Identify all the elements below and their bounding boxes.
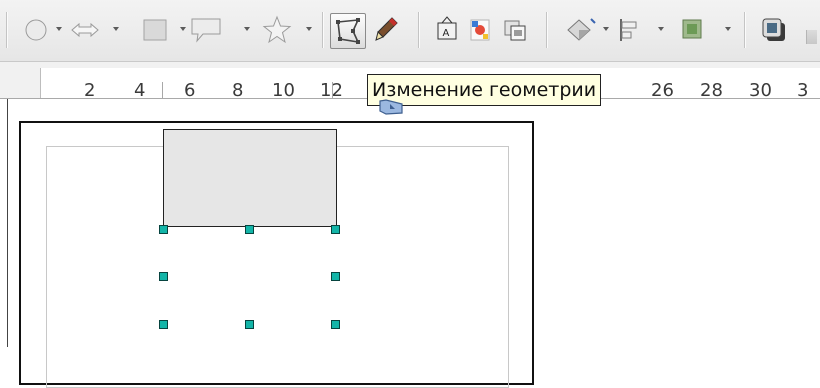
chevron-down-icon[interactable]	[725, 27, 731, 31]
selection-handle[interactable]	[245, 225, 254, 234]
image-icon[interactable]	[502, 14, 528, 46]
arrange-icon[interactable]	[678, 14, 706, 46]
align-icon[interactable]	[616, 14, 642, 46]
chevron-down-icon[interactable]	[56, 27, 62, 31]
toolbar-separator	[418, 12, 419, 48]
chevron-down-icon[interactable]	[180, 27, 186, 31]
edit-points-button[interactable]	[330, 13, 366, 49]
toolbar-separator	[6, 12, 7, 48]
chevron-down-icon[interactable]	[306, 27, 312, 31]
callout-icon[interactable]	[190, 14, 224, 46]
smiley-icon[interactable]	[24, 14, 48, 46]
edit-points-icon	[336, 18, 360, 44]
ruler-label: 28	[700, 80, 723, 101]
3d-icon[interactable]	[566, 14, 598, 46]
selection-handle[interactable]	[331, 272, 340, 281]
drawing-toolbar: A	[0, 0, 820, 62]
double-arrow-icon[interactable]	[70, 14, 100, 46]
chevron-down-icon[interactable]	[244, 27, 250, 31]
selection-handle[interactable]	[245, 320, 254, 329]
ruler-label: 26	[651, 80, 674, 101]
toolbar-separator	[322, 12, 323, 48]
ruler-label: 3	[797, 80, 809, 101]
shadow-icon[interactable]	[758, 14, 788, 46]
text-frame-icon[interactable]: A	[434, 14, 460, 46]
ruler-label: 6	[184, 80, 196, 101]
cursor-icon	[379, 99, 403, 115]
star-icon[interactable]	[262, 14, 292, 46]
selection-handle[interactable]	[331, 225, 340, 234]
selection-handle[interactable]	[159, 272, 168, 281]
chevron-down-icon[interactable]	[113, 27, 119, 31]
ruler-label: 10	[272, 80, 295, 101]
selection-handle[interactable]	[159, 320, 168, 329]
svg-text:A: A	[443, 28, 450, 39]
more-icon[interactable]	[806, 30, 817, 44]
selection-handle[interactable]	[331, 320, 340, 329]
ruler-label: 30	[749, 80, 772, 101]
pen-icon[interactable]	[372, 14, 400, 46]
ruler-label: 2	[84, 80, 96, 101]
selected-rectangle-shape[interactable]	[163, 129, 337, 227]
chevron-down-icon[interactable]	[658, 27, 664, 31]
chevron-down-icon[interactable]	[603, 27, 609, 31]
toolbar-separator	[744, 12, 745, 48]
drawing-canvas[interactable]	[0, 99, 820, 388]
ruler-label: 4	[134, 80, 146, 101]
fontwork-icon[interactable]	[466, 14, 494, 46]
canvas-left-border	[0, 99, 8, 347]
rectangle-icon[interactable]	[142, 14, 168, 46]
ruler-label: 8	[232, 80, 244, 101]
toolbar-separator	[546, 12, 547, 48]
selection-handle[interactable]	[159, 225, 168, 234]
